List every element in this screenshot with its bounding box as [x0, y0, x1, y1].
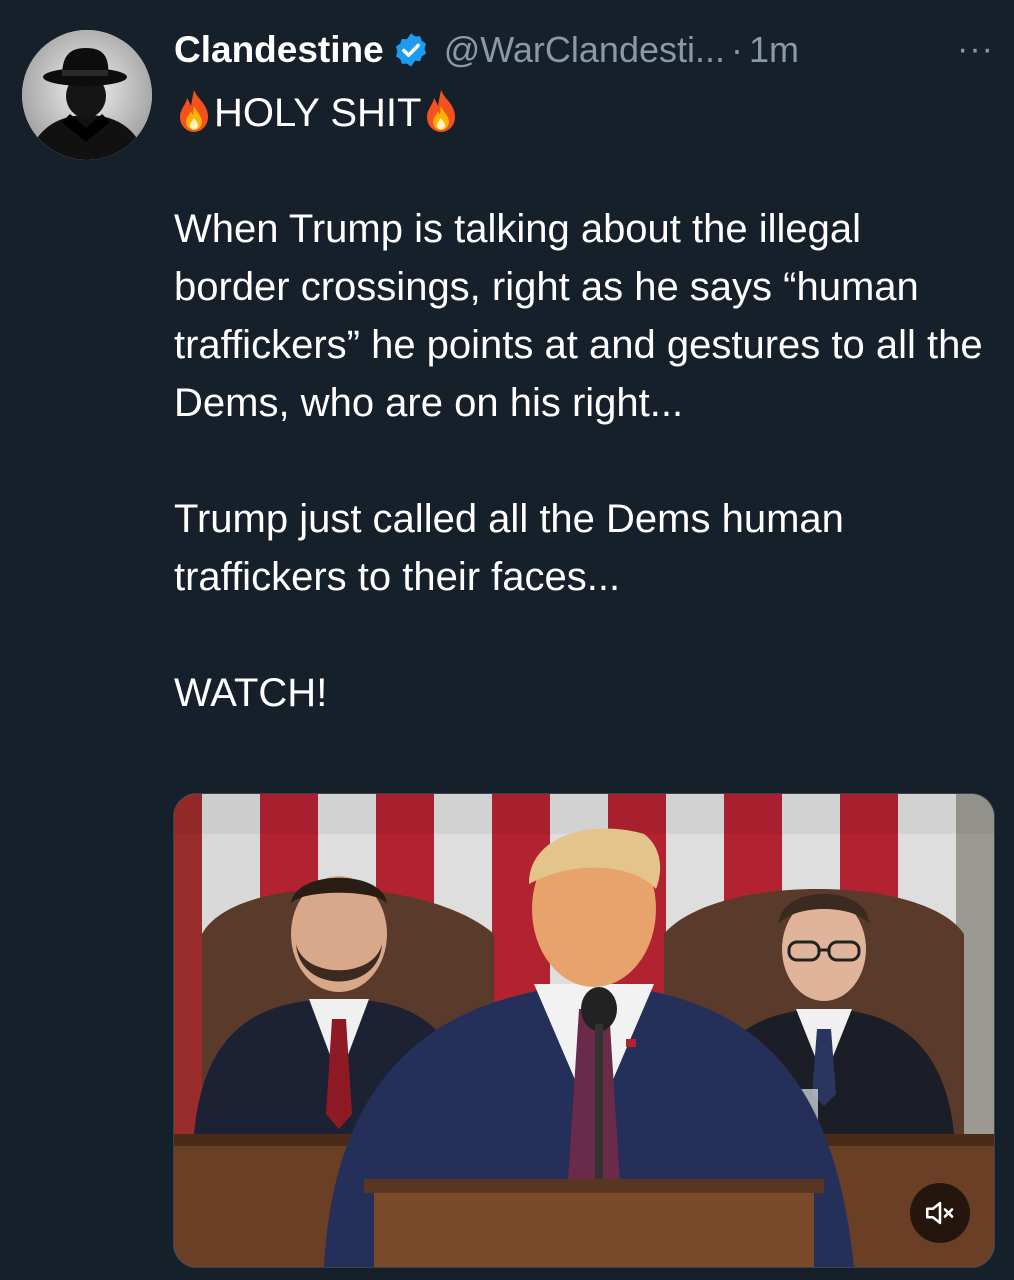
- video-frame: [174, 794, 994, 1267]
- mute-toggle-button[interactable]: [910, 1183, 970, 1243]
- meta-separator: ·: [731, 29, 744, 70]
- verified-badge-icon[interactable]: [392, 31, 430, 69]
- fedora-silhouette-icon: [22, 30, 152, 160]
- fire-emoji-icon: [180, 90, 208, 132]
- tweet-paragraph: When Trump is talking about the illegal …: [174, 207, 983, 425]
- tweet-video[interactable]: [173, 793, 995, 1268]
- tweet-paragraph: Trump just called all the Dems human tra…: [174, 497, 844, 599]
- fire-emoji-icon: [427, 90, 456, 132]
- tweet-headline-line: HOLY SHIT: [174, 84, 984, 142]
- tweet-timestamp[interactable]: 1m: [749, 29, 799, 71]
- tweet-header: Clandestine @WarClandesti... · 1m ···: [174, 24, 994, 76]
- more-options-icon[interactable]: ···: [957, 30, 994, 69]
- tweet-paragraph: WATCH!: [174, 671, 328, 715]
- author-display-name[interactable]: Clandestine: [174, 29, 384, 71]
- author-handle[interactable]: @WarClandesti...: [444, 29, 725, 71]
- author-avatar[interactable]: [22, 30, 152, 160]
- tweet-text: HOLY SHIT When Trump is talking about th…: [174, 84, 984, 722]
- tweet-headline: HOLY SHIT: [214, 91, 422, 135]
- speaker-muted-icon: [925, 1201, 954, 1225]
